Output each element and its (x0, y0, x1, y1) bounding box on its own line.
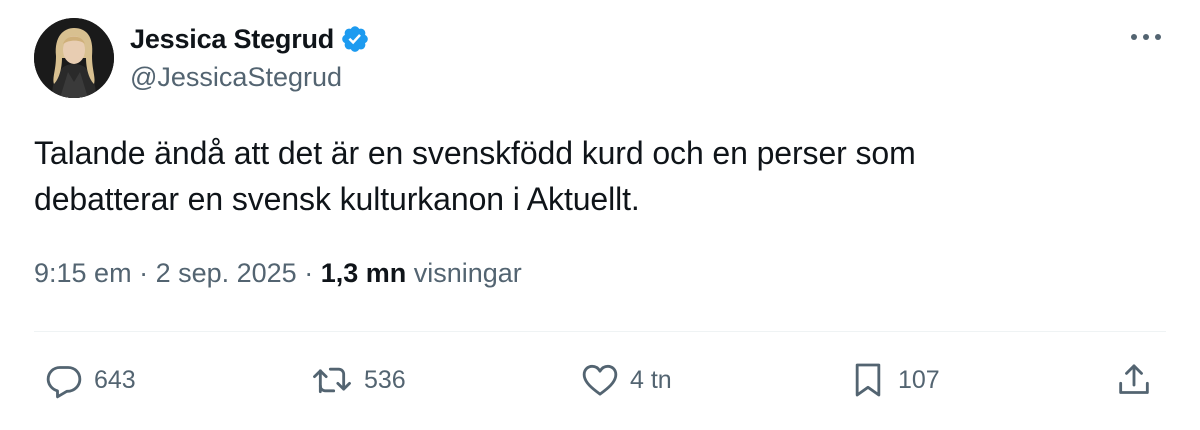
like-button[interactable]: 4 tn (580, 360, 672, 400)
avatar-image (34, 18, 114, 98)
divider (34, 331, 1166, 332)
tweet-meta: 9:15 em · 2 sep. 2025 · 1,3 mn visningar (34, 258, 522, 289)
author-block: Jessica Stegrud @JessicaStegrud (130, 20, 370, 93)
tweet: Jessica Stegrud @JessicaStegrud Talande … (0, 0, 1200, 430)
bookmark-icon (855, 363, 881, 397)
share-icon (1119, 364, 1149, 394)
meta-separator: · (296, 258, 321, 288)
repost-icon (313, 367, 351, 394)
more-icon (1131, 34, 1161, 40)
avatar[interactable] (34, 18, 114, 98)
repost-count: 536 (364, 365, 406, 394)
tweet-text-line-1: Talande ändå att det är en svenskfödd ku… (34, 135, 916, 171)
bookmark-button[interactable]: 107 (848, 360, 940, 400)
reply-count: 643 (94, 365, 136, 394)
display-name[interactable]: Jessica Stegrud (130, 24, 334, 55)
views-label: visningar (406, 258, 522, 288)
share-button[interactable] (1114, 360, 1154, 400)
like-count: 4 tn (630, 365, 672, 394)
reply-icon (46, 366, 82, 399)
name-row: Jessica Stegrud (130, 20, 370, 58)
verified-badge-icon[interactable] (340, 24, 370, 54)
more-options-button[interactable] (1128, 22, 1164, 52)
user-handle[interactable]: @JessicaStegrud (130, 62, 370, 93)
tweet-text-line-2: debatterar en svensk kulturkanon i Aktue… (34, 181, 640, 217)
views-count[interactable]: 1,3 mn (321, 258, 407, 288)
tweet-time[interactable]: 9:15 em (34, 258, 132, 288)
tweet-date[interactable]: 2 sep. 2025 (156, 258, 297, 288)
bookmark-count: 107 (898, 365, 940, 394)
heart-icon (582, 364, 618, 396)
meta-separator: · (131, 258, 156, 288)
reply-button[interactable]: 643 (44, 360, 136, 400)
tweet-text: Talande ändå att det är en svenskfödd ku… (34, 130, 1164, 222)
repost-button[interactable]: 536 (310, 360, 406, 400)
